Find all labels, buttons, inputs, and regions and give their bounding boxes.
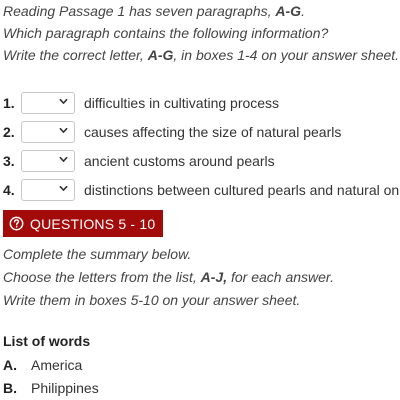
reading-test-page: Reading Passage 1 has seven paragraphs, … xyxy=(0,0,400,400)
question-text: difficulties in cultivating process xyxy=(84,95,280,111)
question-number: 3. xyxy=(3,153,15,169)
question-circle-icon xyxy=(9,216,24,231)
instruction-line-1: Reading Passage 1 has seven paragraphs, … xyxy=(3,0,399,22)
chevron-down-icon xyxy=(59,98,68,104)
word-letter: A. xyxy=(3,357,17,373)
instruction-bold: A-G xyxy=(147,47,174,63)
summary-bold: A-J, xyxy=(200,269,228,285)
word-text: America xyxy=(31,357,83,373)
word-list-item: A. America xyxy=(3,357,82,373)
word-list-title: List of words xyxy=(3,333,91,349)
question-text: distinctions between cultured pearls and… xyxy=(84,182,400,198)
instruction-text: , in boxes 1-4 on your answer sheet. xyxy=(173,47,400,63)
word-letter: B. xyxy=(3,380,17,396)
questions-5-10-header[interactable]: QUESTIONS 5 - 10 xyxy=(3,210,163,237)
summary-line-2: Choose the letters from the list, A-J, f… xyxy=(3,266,334,289)
passage-instructions: Reading Passage 1 has seven paragraphs, … xyxy=(3,0,399,66)
answer-select-3[interactable] xyxy=(21,150,75,172)
question-number: 2. xyxy=(3,124,15,140)
question-number: 1. xyxy=(3,95,15,111)
chevron-down-icon xyxy=(59,127,68,133)
word-text: Philippines xyxy=(31,380,99,396)
summary-line-1: Complete the summary below. xyxy=(3,246,192,262)
question-row-3: 3. ancient customs around pearls xyxy=(3,149,275,173)
instruction-text: . xyxy=(301,3,305,19)
question-row-2: 2. causes affecting the size of natural … xyxy=(3,120,341,144)
instruction-bold: A-G xyxy=(275,3,302,19)
chevron-down-icon xyxy=(59,185,68,191)
answer-select-1[interactable] xyxy=(21,92,75,114)
answer-select-4[interactable] xyxy=(21,179,75,201)
word-list-item: B. Philippines xyxy=(3,380,99,396)
summary-text: for each answer. xyxy=(227,269,334,285)
summary-line-3: Write them in boxes 5-10 on your answer … xyxy=(3,292,301,308)
question-row-4: 4. distinctions between cultured pearls … xyxy=(3,178,399,202)
instruction-text: Write the correct letter, xyxy=(3,47,148,63)
question-text: causes affecting the size of natural pea… xyxy=(84,124,342,140)
summary-instructions: Complete the summary below. Choose the l… xyxy=(3,243,334,312)
instruction-line-3: Write the correct letter, A-G, in boxes … xyxy=(3,44,399,66)
instruction-line-2: Which paragraph contains the following i… xyxy=(3,25,329,41)
question-number: 4. xyxy=(3,182,15,198)
question-text: ancient customs around pearls xyxy=(84,153,275,169)
question-row-1: 1. difficulties in cultivating process xyxy=(3,91,279,115)
summary-text: Choose the letters from the list, xyxy=(3,269,201,285)
chevron-down-icon xyxy=(59,156,68,162)
section-header-label: QUESTIONS 5 - 10 xyxy=(30,215,156,232)
instruction-text: Reading Passage 1 has seven paragraphs, xyxy=(3,3,276,19)
answer-select-2[interactable] xyxy=(21,121,75,143)
